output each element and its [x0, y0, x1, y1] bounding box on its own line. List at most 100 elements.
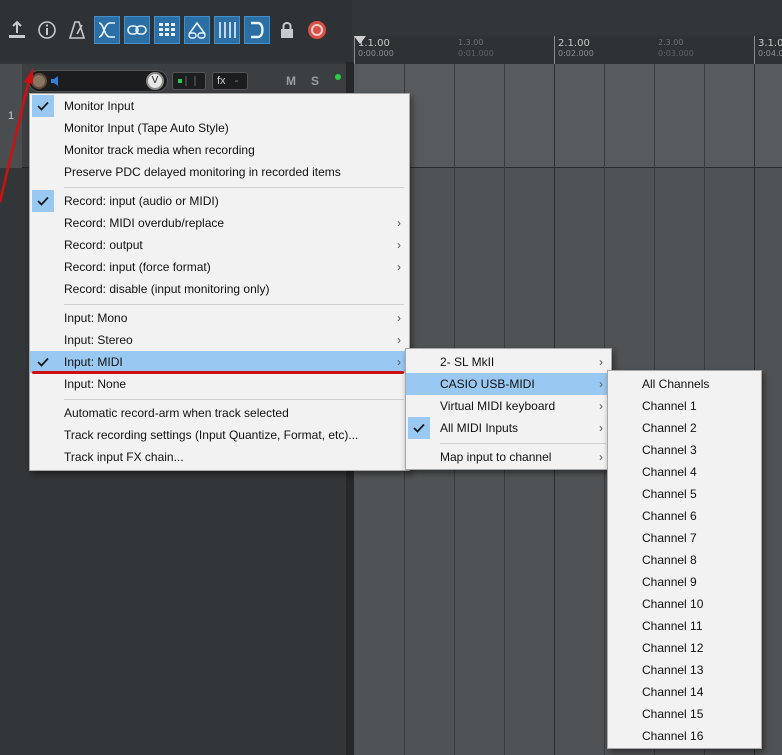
menu-item-record-input[interactable]: Record: input (audio or MIDI)	[30, 190, 409, 212]
menu-item-label: All Channels	[642, 377, 710, 391]
fx-sep: -	[234, 75, 239, 87]
checkmark-icon	[408, 417, 430, 439]
envelope-link-icon[interactable]	[184, 16, 210, 44]
menu-item-channel[interactable]: Channel 14	[608, 681, 761, 703]
menu-item-casio-usb-midi[interactable]: CASIO USB-MIDI ›	[406, 373, 611, 395]
menu-item-input-midi[interactable]: Input: MIDI ›	[30, 351, 409, 373]
menu-item-auto-record-arm[interactable]: Automatic record-arm when track selected	[30, 402, 409, 424]
menu-item-channel[interactable]: Channel 13	[608, 659, 761, 681]
menu-item-label: Channel 14	[642, 685, 704, 699]
menu-item-preserve-pdc[interactable]: Preserve PDC delayed monitoring in recor…	[30, 161, 409, 183]
submenu-chevron-icon: ›	[397, 260, 401, 274]
menu-item-record-midi-overdub[interactable]: Record: MIDI overdub/replace ›	[30, 212, 409, 234]
menu-item-label: Record: output	[64, 238, 143, 252]
volume-knob[interactable]: V	[146, 72, 164, 90]
menu-item-channel[interactable]: Channel 6	[608, 505, 761, 527]
menu-item-channel[interactable]: Channel 9	[608, 571, 761, 593]
menu-item-record-output[interactable]: Record: output ›	[30, 234, 409, 256]
menu-item-record-force-format[interactable]: Record: input (force format) ›	[30, 256, 409, 278]
menu-item-label: Channel 10	[642, 597, 704, 611]
menu-item-channel[interactable]: Channel 5	[608, 483, 761, 505]
render-icon[interactable]	[4, 16, 30, 44]
io-route-button[interactable]	[172, 72, 206, 90]
menu-item-channel[interactable]: Channel 16	[608, 725, 761, 747]
menu-item-label: Monitor Input	[64, 99, 135, 113]
menu-item-channel[interactable]: Channel 12	[608, 637, 761, 659]
menu-item-monitor-input[interactable]: Monitor Input	[30, 95, 409, 117]
menu-item-sl-mkii[interactable]: 2- SL MkII ›	[406, 351, 611, 373]
menu-item-label: Channel 5	[642, 487, 697, 501]
menu-item-label: Automatic record-arm when track selected	[64, 406, 289, 420]
menu-item-input-mono[interactable]: Input: Mono ›	[30, 307, 409, 329]
arrange-track-lane[interactable]	[354, 64, 782, 168]
track-number: 1	[8, 110, 15, 122]
fx-button[interactable]: fx -	[212, 72, 248, 90]
record-arm-button[interactable]	[31, 73, 47, 89]
vu-meter-led	[335, 74, 341, 80]
menu-item-label: Monitor Input (Tape Auto Style)	[64, 121, 229, 135]
menu-item-channel[interactable]: Channel 11	[608, 615, 761, 637]
menu-separator	[64, 187, 404, 188]
menu-item-channel[interactable]: Channel 7	[608, 527, 761, 549]
record-icon[interactable]	[304, 16, 330, 44]
menu-item-label: Channel 13	[642, 663, 704, 677]
submenu-chevron-icon: ›	[599, 421, 603, 435]
menu-item-label: CASIO USB-MIDI	[440, 377, 535, 391]
mute-button[interactable]: M	[286, 74, 296, 88]
speaker-icon	[51, 76, 58, 86]
menu-separator	[64, 304, 404, 305]
submenu-chevron-icon: ›	[599, 377, 603, 391]
menu-item-label: Record: disable (input monitoring only)	[64, 282, 270, 296]
annotation-underline	[32, 371, 404, 374]
ruler-time-label: 0:02.000	[558, 49, 594, 58]
menu-item-label: Channel 6	[642, 509, 697, 523]
menu-item-map-input-to-channel[interactable]: Map input to channel ›	[406, 446, 611, 468]
menu-item-label: All MIDI Inputs	[440, 421, 519, 435]
snap-grid-icon[interactable]	[214, 16, 240, 44]
menu-item-channel[interactable]: Channel 8	[608, 549, 761, 571]
menu-item-record-disable[interactable]: Record: disable (input monitoring only)	[30, 278, 409, 300]
ripple-edit-icon[interactable]	[94, 16, 120, 44]
submenu-chevron-icon: ›	[397, 311, 401, 325]
ruler-bar-label: 3.1.0	[758, 38, 782, 49]
menu-item-channel[interactable]: Channel 10	[608, 593, 761, 615]
loop-icon[interactable]	[244, 16, 270, 44]
solo-button[interactable]: S	[311, 74, 319, 88]
info-icon[interactable]	[34, 16, 60, 44]
menu-item-track-input-fx-chain[interactable]: Track input FX chain...	[30, 446, 409, 468]
main-toolbar	[0, 0, 352, 62]
menu-item-channel[interactable]: Channel 1	[608, 395, 761, 417]
menu-item-monitor-input-tape[interactable]: Monitor Input (Tape Auto Style)	[30, 117, 409, 139]
menu-item-input-none[interactable]: Input: None	[30, 373, 409, 395]
menu-item-input-stereo[interactable]: Input: Stereo ›	[30, 329, 409, 351]
link-icon[interactable]	[124, 16, 150, 44]
menu-item-channel[interactable]: Channel 15	[608, 703, 761, 725]
menu-item-channel[interactable]: Channel 4	[608, 461, 761, 483]
menu-item-label: 2- SL MkII	[440, 355, 495, 369]
menu-item-virtual-midi-keyboard[interactable]: Virtual MIDI keyboard ›	[406, 395, 611, 417]
metronome-icon[interactable]	[64, 16, 90, 44]
timeline-ruler[interactable]: 1.1.00 0:00.000 1.3.00 0:01.000 2.1.00 0…	[354, 36, 782, 64]
menu-item-label: Virtual MIDI keyboard	[440, 399, 556, 413]
menu-item-all-midi-inputs[interactable]: All MIDI Inputs ›	[406, 417, 611, 439]
menu-item-all-channels[interactable]: All Channels	[608, 373, 761, 395]
grid-icon[interactable]	[154, 16, 180, 44]
edit-cursor-marker[interactable]	[354, 36, 366, 44]
menu-item-channel[interactable]: Channel 2	[608, 417, 761, 439]
menu-item-label: Track recording settings (Input Quantize…	[64, 428, 359, 442]
menu-item-label: Channel 7	[642, 531, 697, 545]
lock-icon[interactable]	[274, 16, 300, 44]
ruler-bar-label: 1.3.00	[458, 38, 484, 47]
submenu-chevron-icon: ›	[397, 216, 401, 230]
menu-item-monitor-track-media[interactable]: Monitor track media when recording	[30, 139, 409, 161]
menu-item-label: Input: MIDI	[64, 355, 123, 369]
menu-separator	[440, 443, 606, 444]
menu-item-channel[interactable]: Channel 3	[608, 439, 761, 461]
menu-item-track-recording-settings[interactable]: Track recording settings (Input Quantize…	[30, 424, 409, 446]
submenu-chevron-icon: ›	[397, 355, 401, 369]
menu-separator	[64, 399, 404, 400]
record-monitoring-menu: Monitor Input Monitor Input (Tape Auto S…	[29, 93, 410, 471]
channel-submenu: All Channels Channel 1 Channel 2 Channel 3 C…	[607, 370, 762, 749]
midi-input-submenu: 2- SL MkII › CASIO USB-MIDI › Virtual MIDI…	[405, 348, 612, 470]
submenu-chevron-icon: ›	[599, 355, 603, 369]
